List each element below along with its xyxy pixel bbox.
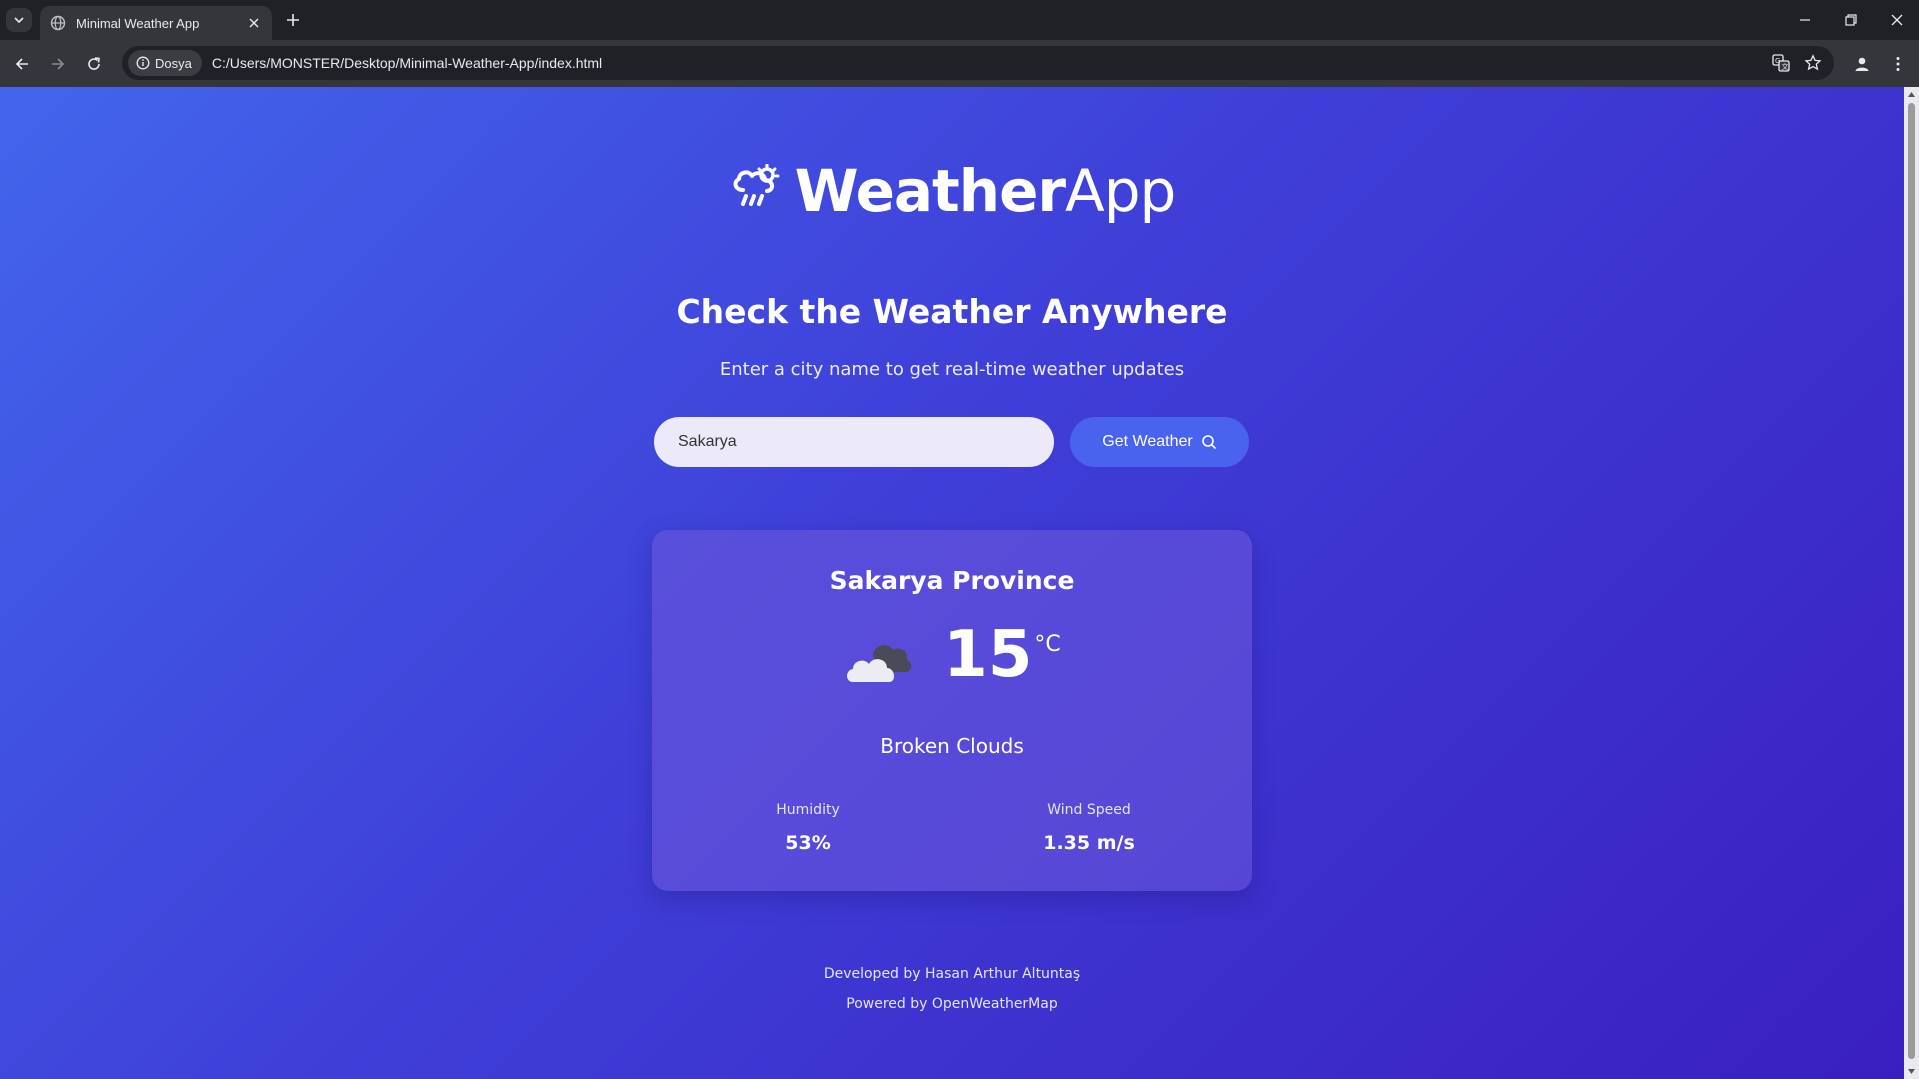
- site-info-chip[interactable]: Dosya: [128, 50, 202, 76]
- plus-icon: [287, 14, 299, 26]
- reload-icon: [88, 57, 100, 70]
- minimize-icon: [1800, 19, 1810, 21]
- temperature-row: 15 °C: [652, 620, 1252, 690]
- close-window-button[interactable]: [1882, 8, 1912, 32]
- wind-speed-label: Wind Speed: [1047, 802, 1131, 818]
- url-text: C:/Users/MONSTER/Desktop/Minimal-Weather…: [211, 55, 603, 71]
- app-title-light: App: [1065, 157, 1176, 225]
- search-icon: [1201, 435, 1216, 449]
- app-title: WeatherApp: [794, 157, 1177, 225]
- page-viewport: WeatherApp Check the Weather Anywhere En…: [0, 87, 1904, 1079]
- app-title-bold: Weather: [794, 157, 1066, 225]
- profile-icon: [1855, 57, 1869, 71]
- footer-developer: Developed by Hasan Arthur Altuntaş: [823, 966, 1081, 982]
- wind-speed-stat: Wind Speed 1.35 m/s: [989, 802, 1189, 854]
- broken-clouds-icon: [847, 645, 912, 682]
- new-tab-button[interactable]: [282, 9, 304, 31]
- back-button[interactable]: [8, 50, 36, 78]
- menu-button[interactable]: [1884, 50, 1912, 78]
- profile-button[interactable]: [1848, 50, 1876, 78]
- svg-text:G: G: [1775, 57, 1780, 65]
- forward-button[interactable]: [44, 50, 72, 78]
- info-icon: [136, 56, 150, 70]
- get-weather-button[interactable]: Get Weather: [1070, 417, 1249, 467]
- tab-search-button[interactable]: [6, 8, 32, 32]
- arrow-left-icon: [15, 58, 28, 70]
- arrow-right-icon: [52, 58, 65, 70]
- svg-text:文: 文: [1782, 62, 1789, 71]
- restore-icon: [1845, 14, 1857, 26]
- humidity-stat: Humidity 53%: [708, 802, 908, 854]
- page-scrollbar[interactable]: [1904, 87, 1919, 1079]
- city-search-input[interactable]: [654, 417, 1054, 467]
- app-logo: WeatherApp: [0, 157, 1904, 225]
- humidity-label: Humidity: [776, 802, 840, 818]
- close-icon[interactable]: [246, 15, 262, 31]
- site-chip-label: Dosya: [155, 55, 192, 71]
- globe-icon: [50, 15, 66, 31]
- weather-card: Sakarya Province 15 °C Broken Clouds Hum…: [652, 530, 1252, 891]
- reload-button[interactable]: [80, 50, 108, 78]
- city-name: Sakarya Province: [829, 566, 1075, 595]
- humidity-value: 53%: [785, 832, 831, 854]
- bookmark-star-icon[interactable]: [1800, 50, 1826, 76]
- page-subheadline: Enter a city name to get real-time weath…: [719, 359, 1185, 380]
- scrollbar-thumb[interactable]: [1908, 103, 1915, 1059]
- scroll-up-icon[interactable]: [1907, 90, 1916, 99]
- cloud-rain-sun-icon: [733, 164, 780, 206]
- minimize-button[interactable]: [1790, 8, 1820, 32]
- footer-powered-by: Powered by OpenWeatherMap: [846, 996, 1058, 1012]
- page-headline: Check the Weather Anywhere: [676, 292, 1228, 331]
- get-weather-label: Get Weather: [1102, 433, 1193, 450]
- close-icon: [1891, 14, 1903, 26]
- weather-description: Broken Clouds: [880, 734, 1024, 758]
- translate-icon[interactable]: G文: [1768, 50, 1794, 76]
- scroll-down-icon[interactable]: [1907, 1067, 1916, 1076]
- more-vertical-icon: [1896, 57, 1900, 71]
- wind-speed-value: 1.35 m/s: [1043, 832, 1135, 854]
- chevron-down-icon: [14, 17, 24, 24]
- restore-button[interactable]: [1836, 8, 1866, 32]
- tab-title: Minimal Weather App: [76, 15, 200, 31]
- browser-toolbar: Dosya C:/Users/MONSTER/Desktop/Minimal-W…: [0, 40, 1919, 87]
- browser-tab[interactable]: Minimal Weather App: [40, 6, 272, 40]
- address-bar[interactable]: Dosya C:/Users/MONSTER/Desktop/Minimal-W…: [122, 46, 1834, 80]
- browser-titlebar: Minimal Weather App: [0, 0, 1919, 40]
- temperature-value: 15: [943, 618, 1033, 692]
- temperature-unit: °C: [1034, 632, 1061, 657]
